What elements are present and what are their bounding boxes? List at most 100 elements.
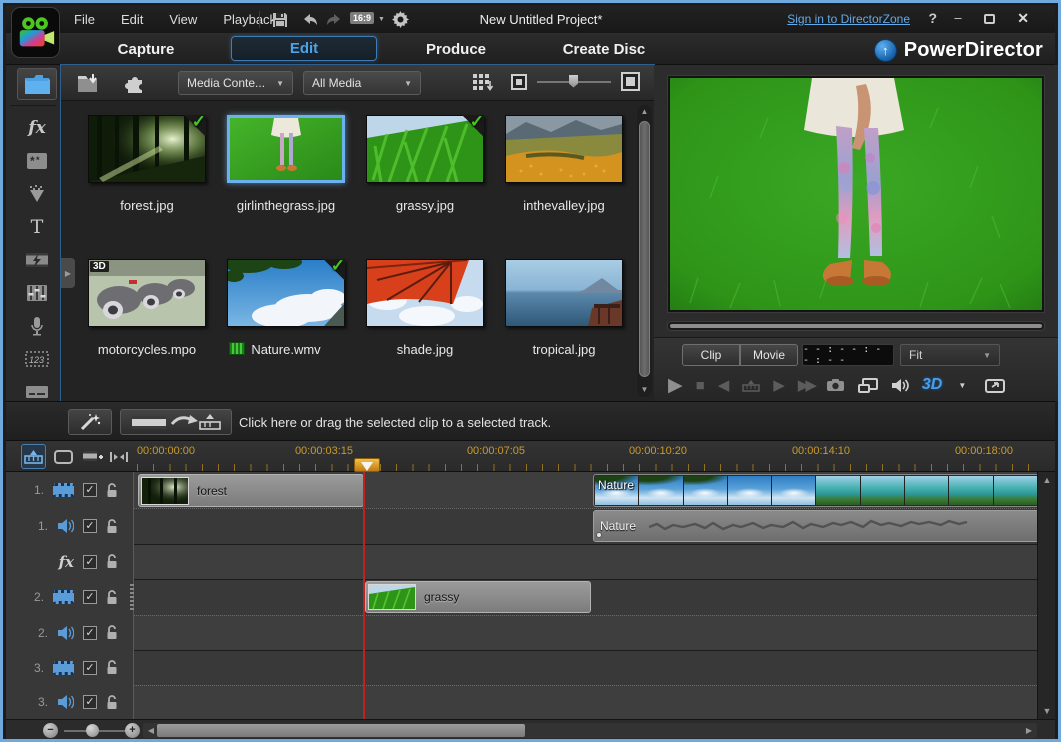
library-scrollbar[interactable]: ▲ ▼	[637, 105, 652, 397]
maximize-button[interactable]	[984, 14, 995, 24]
tab-capture[interactable]: Capture	[101, 33, 191, 65]
clip-nature-audio[interactable]: Nature	[593, 510, 1037, 542]
media-filter-dropdown[interactable]: All Media ▼	[303, 71, 421, 95]
play-button[interactable]: ▶	[668, 376, 683, 395]
preview-seek-bar[interactable]	[667, 321, 1045, 331]
thumbnail-large-icon[interactable]	[621, 72, 640, 91]
lock-icon[interactable]	[106, 483, 118, 498]
3d-display-button[interactable]: 3D	[922, 376, 942, 394]
insert-to-timeline-button[interactable]	[120, 409, 232, 435]
media-item-tropical[interactable]: tropical.jpg	[505, 259, 623, 357]
media-item-grassy[interactable]: ✓ grassy.jpg	[366, 115, 484, 213]
media-item-nature[interactable]: ✓ Nature.wmv	[227, 259, 345, 357]
magic-tools-button[interactable]	[68, 409, 112, 435]
track-enable-checkbox[interactable]: ✓	[83, 555, 97, 569]
save-icon[interactable]	[268, 9, 292, 30]
library-scrollbar-thumb[interactable]	[639, 121, 650, 377]
playhead-handle[interactable]	[354, 458, 380, 472]
pip-objects-room-button[interactable]: **	[17, 146, 57, 176]
track-manager-button[interactable]	[80, 444, 105, 469]
timeline-zoom-handle[interactable]	[86, 724, 99, 737]
scroll-right-icon[interactable]: ▶	[1023, 723, 1035, 738]
timeline-zoom-in-button[interactable]: +	[125, 723, 140, 738]
timeline-ruler[interactable]: 00:00:00:00 00:00:03:15 00:00:07:05 00:0…	[6, 441, 1055, 472]
lock-icon[interactable]	[106, 519, 118, 534]
menu-view[interactable]: View	[169, 12, 197, 27]
track-enable-checkbox[interactable]: ✓	[83, 483, 97, 497]
horizontal-scrollbar-thumb[interactable]	[157, 724, 525, 737]
track-header-fx[interactable]: fx ✓	[6, 544, 134, 579]
snap-toggle-button[interactable]	[106, 444, 131, 469]
movie-mode-button[interactable]: Movie	[740, 344, 798, 366]
lock-icon[interactable]	[106, 695, 118, 710]
timeline-zoom-out-button[interactable]: −	[43, 723, 58, 738]
playhead-line[interactable]	[363, 472, 365, 719]
next-frame-button[interactable]: ▶	[773, 378, 785, 393]
track-header-audio3[interactable]: 3. ✓	[6, 685, 134, 719]
timeline-view-button[interactable]	[21, 444, 46, 469]
particle-room-button[interactable]	[17, 179, 57, 209]
scroll-up-icon[interactable]: ▲	[1038, 472, 1056, 488]
media-item-forest[interactable]: ✓ forest.jpg	[88, 115, 206, 213]
undock-preview-button[interactable]	[985, 378, 1005, 393]
close-button[interactable]: ✕	[1017, 10, 1029, 27]
lock-icon[interactable]	[106, 554, 118, 569]
media-room-button[interactable]	[17, 68, 57, 100]
clip-forest[interactable]: forest	[138, 474, 364, 507]
media-item-girlinthegrass[interactable]: girlinthegrass.jpg	[227, 115, 345, 213]
clip-nature-video[interactable]: Nature	[593, 474, 1037, 507]
track-enable-checkbox[interactable]: ✓	[83, 626, 97, 640]
fast-forward-button[interactable]: ▶▶	[798, 378, 813, 393]
zoom-fit-dropdown[interactable]: Fit ▼	[900, 344, 1000, 366]
3d-dropdown-arrow[interactable]: ▼	[958, 381, 966, 390]
track-enable-checkbox[interactable]: ✓	[83, 695, 97, 709]
menu-edit[interactable]: Edit	[121, 12, 143, 27]
stop-button[interactable]: ■	[696, 378, 705, 393]
previous-frame-button[interactable]: ◀	[718, 378, 730, 393]
signin-directorzone-link[interactable]: Sign in to DirectorZone	[787, 12, 910, 26]
track-enable-checkbox[interactable]: ✓	[83, 661, 97, 675]
track-header-audio1[interactable]: 1. ✓	[6, 508, 134, 544]
thumbnail-small-icon[interactable]	[511, 74, 527, 90]
timeline-hint-text[interactable]: Click here or drag the selected clip to …	[239, 402, 551, 442]
lock-icon[interactable]	[106, 625, 118, 640]
effect-room-button[interactable]: fx	[17, 113, 57, 143]
lock-icon[interactable]	[106, 660, 118, 675]
timecode-display[interactable]: - - : - - : - - : - -	[802, 344, 894, 366]
tab-produce[interactable]: Produce	[411, 33, 501, 65]
video-track-3[interactable]	[134, 650, 1037, 685]
audio-mixing-room-button[interactable]	[17, 278, 57, 308]
undo-icon[interactable]	[298, 9, 322, 30]
track-header-video2[interactable]: 2. ✓	[6, 579, 134, 615]
preview-quality-button[interactable]	[858, 378, 878, 393]
voiceover-room-button[interactable]	[17, 311, 57, 341]
thumbnail-size-slider[interactable]	[537, 73, 611, 91]
fx-track[interactable]	[134, 544, 1037, 579]
audio-track-3[interactable]	[134, 685, 1037, 719]
timeline-vertical-scrollbar[interactable]: ▲ ▼	[1037, 472, 1055, 719]
library-flyout-handle[interactable]: ▶	[61, 258, 75, 288]
tab-create-disc[interactable]: Create Disc	[551, 33, 657, 65]
scroll-down-icon[interactable]: ▼	[1038, 703, 1056, 719]
tab-edit[interactable]: Edit	[231, 36, 377, 61]
upgrade-icon[interactable]: ↑	[874, 39, 897, 62]
audio-track-2[interactable]	[134, 615, 1037, 650]
timeline-horizontal-scrollbar[interactable]: ◀ ▶	[143, 723, 1037, 738]
lock-icon[interactable]	[106, 590, 118, 605]
scroll-left-icon[interactable]: ◀	[145, 723, 157, 738]
title-room-button[interactable]: T	[17, 212, 57, 242]
import-media-button[interactable]	[73, 69, 105, 97]
sort-view-button[interactable]	[467, 69, 499, 97]
chapter-room-button[interactable]: 123	[17, 344, 57, 374]
slider-handle[interactable]	[569, 75, 578, 88]
transition-room-button[interactable]	[17, 245, 57, 275]
plugin-button[interactable]	[119, 69, 151, 97]
seek-ruler-icon[interactable]	[742, 379, 760, 392]
storyboard-view-button[interactable]	[51, 444, 76, 469]
track-header-video3[interactable]: 3. ✓	[6, 650, 134, 685]
volume-button[interactable]	[891, 378, 909, 393]
scroll-up-icon[interactable]: ▲	[637, 105, 652, 119]
minimize-button[interactable]: –	[949, 10, 967, 26]
volume-keyframe-dot[interactable]	[596, 532, 602, 538]
settings-gear-icon[interactable]	[388, 9, 412, 30]
